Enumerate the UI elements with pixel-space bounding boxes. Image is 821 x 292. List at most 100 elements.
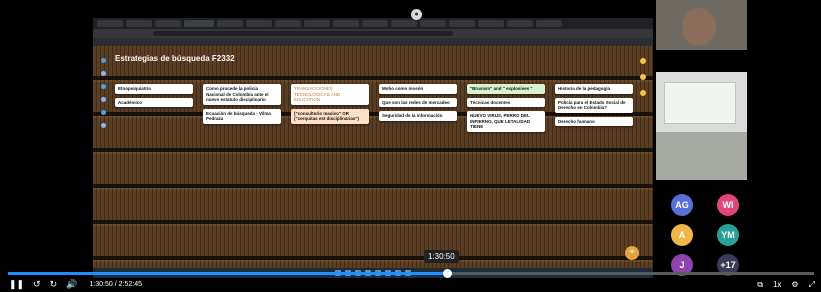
post-card[interactable]: Historia de la pedagogía [555,84,633,94]
board-column: "Bruxism" and " explosives " Técnicas doc… [467,84,545,132]
post-title: Ecuación de búsqueda - Vilma Pedraza [206,110,271,122]
participant-tile[interactable]: YM [706,224,750,248]
seek-tooltip: 1:30:50 [424,250,459,263]
browser-tab[interactable] [449,20,475,27]
board-column: TRANSACCIONES TECNOLÓGICAS AND EDUCATION… [291,84,369,124]
post-card[interactable]: Policía para el Estado Social de Derecho… [555,97,633,113]
sidebar-icon[interactable] [100,110,106,115]
post-title: TRANSACCIONES TECNOLÓGICAS AND EDUCATION [294,86,341,102]
sidebar-icon[interactable] [100,123,106,128]
post-title: Derecho humano [558,118,595,124]
board-column: Como procede la policía Nacional de Colo… [203,84,281,124]
participant-camera-room [656,72,747,180]
volume-icon[interactable]: 🔊 [66,279,77,290]
player-controls-right: ⧉ 1x ⚙ ⤢ [757,277,815,292]
player-controls: ❚❚ ↺ ↻ 🔊 1:30:50 / 2:52:45 ⧉ 1x ⚙ ⤢ [0,277,821,292]
board-title: Estrategias de búsqueda F2332 [115,54,235,63]
room-window [664,82,736,124]
participant-tile[interactable]: WI [706,194,750,218]
post-card[interactable]: ("consultorio masivo" OR ("cerquitas est… [291,108,369,124]
browser-tab[interactable] [507,20,533,27]
browser-tab[interactable] [246,20,272,27]
post-title: ("consultorio masivo" OR ("cerquitas est… [294,110,360,122]
shared-screen: Estrategias de búsqueda F2332 Etnopsiqui… [93,18,653,278]
time-display: 1:30:50 / 2:52:45 [89,281,142,288]
post-card[interactable]: Ecuación de búsqueda - Vilma Pedraza [203,108,281,124]
record-icon: ● [411,9,422,20]
participant-camera-main [656,0,747,50]
avatar: AG [671,194,693,216]
participant-tile[interactable]: A [660,224,704,248]
post-card[interactable]: Que son las redes de mercadeo [379,97,457,107]
browser-tab[interactable] [126,20,152,27]
toolbar-icon[interactable] [640,74,646,80]
toolbar-icon[interactable] [640,90,646,96]
post-card[interactable]: Etnopsiquiatría [115,84,193,94]
post-card[interactable]: Moho como mosón [379,84,457,94]
browser-tab[interactable] [155,20,181,27]
post-card[interactable]: "Bruxism" and " explosives " [467,84,545,94]
captions-icon[interactable]: ⧉ [757,280,763,290]
sidebar-icon[interactable] [100,97,106,102]
fullscreen-icon[interactable]: ⤢ [809,280,815,290]
post-title: Moho como mosón [382,86,424,91]
speed-button[interactable]: 1x [773,280,781,289]
add-post-button[interactable]: + [625,246,639,260]
url-field[interactable] [153,31,453,36]
avatar: WI [717,194,739,216]
browser-tab[interactable] [333,20,359,27]
post-title: Etnopsiquiatría [118,86,151,91]
room-desk [656,132,747,180]
forward-icon[interactable]: ↻ [50,279,58,290]
avatar: YM [717,224,739,246]
left-sidebar [99,58,107,208]
post-card[interactable]: Como procede la policía Nacional de Colo… [203,84,281,105]
post-title: Que son las redes de mercadeo [382,99,450,105]
post-title: Seguridad de la información [382,113,443,118]
browser-tab[interactable] [304,20,330,27]
address-bar [93,29,653,38]
post-title: NUEVO VIRUS, PERRO DEL INFIERNO, QUE LET… [470,113,531,129]
progress-fill [8,272,447,275]
browser-tab[interactable] [536,20,562,27]
post-title: Técnicas docentes [470,99,511,105]
duration: 2:52:45 [118,281,142,288]
participant-tiles: AG WI A YM J +17 [660,194,756,278]
post-card[interactable]: Seguridad de la información [379,111,457,121]
post-title: Como procede la policía Nacional de Colo… [206,86,269,102]
rewind-icon[interactable]: ↺ [33,279,41,290]
post-card[interactable]: NUEVO VIRUS, PERRO DEL INFIERNO, QUE LET… [467,111,545,132]
browser-tab-active[interactable] [184,20,214,27]
browser-tab[interactable] [362,20,388,27]
browser-tab[interactable] [275,20,301,27]
sidebar-icon[interactable] [100,84,106,89]
participant-face [682,8,716,46]
pause-icon[interactable]: ❚❚ [9,279,24,290]
browser-tab[interactable] [391,20,417,27]
video-player[interactable]: Estrategias de búsqueda F2332 Etnopsiqui… [0,0,821,292]
browser-tab[interactable] [217,20,243,27]
participant-tile[interactable]: AG [660,194,704,218]
sidebar-icon[interactable] [100,58,106,63]
bookmarks-bar [93,38,653,46]
post-card[interactable]: Académico [115,97,193,107]
post-title: Historia de la pedagogía [558,86,611,91]
right-toolbar [639,58,647,128]
avatar: A [671,224,693,246]
post-title: Académico [118,99,143,105]
browser-tab[interactable] [97,20,123,27]
post-card[interactable]: Derecho humano [555,116,633,126]
board-column: Etnopsiquiatría Académico [115,84,193,107]
board-header: Estrategias de búsqueda F2332 [115,54,235,63]
progress-bar[interactable] [8,269,814,278]
bookshelf-background [93,46,653,276]
toolbar-icon[interactable] [640,58,646,64]
browser-tab[interactable] [420,20,446,27]
sidebar-icon[interactable] [100,71,106,76]
board-column: Historia de la pedagogía Policía para el … [555,84,633,126]
time-separator: / [114,281,117,288]
browser-tab[interactable] [478,20,504,27]
settings-icon[interactable]: ⚙ [791,280,798,289]
post-card[interactable]: Técnicas docentes [467,97,545,107]
post-card[interactable]: TRANSACCIONES TECNOLÓGICAS AND EDUCATION [291,84,369,105]
